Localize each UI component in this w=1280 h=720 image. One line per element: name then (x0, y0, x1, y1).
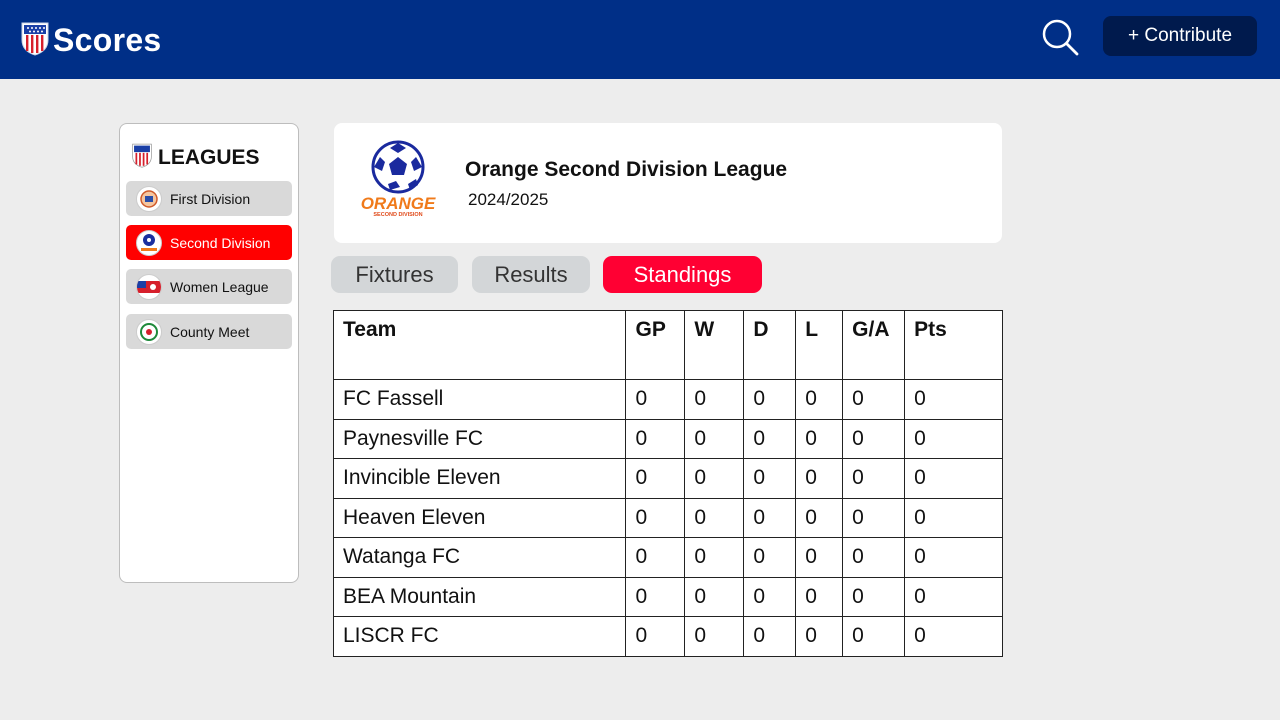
league-logo-subtext: SECOND DIVISION (373, 212, 422, 218)
sidebar-item-label: Women League (170, 278, 269, 295)
column-header-team: Team (332, 310, 627, 380)
team-name-cell: Heaven Eleven (332, 497, 627, 538)
losses-cell: 0 (795, 616, 844, 657)
brand[interactable]: Scores (20, 20, 162, 61)
points-cell: 0 (904, 418, 1003, 459)
games-played-cell: 0 (625, 497, 686, 538)
column-header-ga: G/A (842, 310, 906, 380)
app-title: Scores (53, 22, 162, 58)
league-name: Orange Second Division League (465, 158, 788, 181)
tab-standings[interactable]: Standings (603, 256, 762, 293)
table-row[interactable]: FC Fassell 0 0 0 0 0 0 (332, 379, 1003, 420)
table-row[interactable]: Heaven Eleven 0 0 0 0 0 0 (332, 497, 1003, 538)
league-logo-wordmark: ORANGE (361, 194, 436, 213)
goal-average-cell: 0 (842, 616, 906, 657)
league-info-card: ORANGE SECOND DIVISION Orange Second Div… (334, 123, 1002, 243)
games-played-cell: 0 (625, 616, 686, 657)
county-meet-logo-icon (136, 318, 162, 345)
losses-cell: 0 (795, 576, 844, 617)
sidebar-item-label: First Division (170, 190, 251, 207)
games-played-cell: 0 (625, 458, 686, 499)
draws-cell: 0 (743, 379, 797, 420)
wins-cell: 0 (684, 497, 745, 538)
wins-cell: 0 (684, 616, 745, 657)
women-league-logo-icon (136, 273, 162, 300)
contribute-button[interactable]: + Contribute (1103, 16, 1257, 56)
draws-cell: 0 (743, 497, 797, 538)
table-row[interactable]: BEA Mountain 0 0 0 0 0 0 (332, 576, 1003, 617)
shield-flag-icon (131, 142, 153, 173)
column-header-w: W (684, 310, 745, 380)
losses-cell: 0 (795, 497, 844, 538)
league-season: 2024/2025 (468, 190, 549, 209)
column-header-l: L (795, 310, 844, 380)
wins-cell: 0 (684, 537, 745, 578)
shield-flag-icon (20, 20, 50, 61)
points-cell: 0 (904, 458, 1003, 499)
league-logo: ORANGE SECOND DIVISION (356, 139, 440, 219)
table-row[interactable]: Watanga FC 0 0 0 0 0 0 (332, 537, 1003, 578)
standings-table: Team GP W D L G/A Pts FC Fassell 0 0 0 0 0 0 Pa… (332, 310, 1003, 657)
search-button[interactable] (1040, 17, 1080, 57)
sidebar-item-second-division[interactable]: Second Division (126, 225, 292, 260)
tab-results[interactable]: Results (472, 256, 590, 293)
column-header-gp: GP (625, 310, 686, 380)
goal-average-cell: 0 (842, 379, 906, 420)
table-header-row: Team GP W D L G/A Pts (332, 310, 1003, 380)
sidebar-item-label: Second Division (170, 234, 271, 251)
losses-cell: 0 (795, 379, 844, 420)
sidebar-item-first-division[interactable]: First Division (126, 181, 292, 216)
wins-cell: 0 (684, 458, 745, 499)
goal-average-cell: 0 (842, 576, 906, 617)
sidebar-header: LEAGUES (131, 142, 260, 173)
team-name-cell: FC Fassell (332, 379, 627, 420)
table-row[interactable]: LISCR FC 0 0 0 0 0 0 (332, 616, 1003, 657)
table-row[interactable]: Invincible Eleven 0 0 0 0 0 0 (332, 458, 1003, 499)
wins-cell: 0 (684, 418, 745, 459)
search-icon (1040, 19, 1080, 61)
goal-average-cell: 0 (842, 418, 906, 459)
second-division-logo-icon (136, 229, 162, 256)
team-name-cell: Paynesville FC (332, 418, 627, 459)
team-name-cell: Invincible Eleven (332, 458, 627, 499)
wins-cell: 0 (684, 576, 745, 617)
points-cell: 0 (904, 379, 1003, 420)
goal-average-cell: 0 (842, 537, 906, 578)
first-division-logo-icon (136, 185, 162, 212)
team-name-cell: BEA Mountain (332, 576, 627, 617)
top-bar: Scores + Contribute (0, 0, 1280, 79)
draws-cell: 0 (743, 418, 797, 459)
draws-cell: 0 (743, 537, 797, 578)
games-played-cell: 0 (625, 418, 686, 459)
points-cell: 0 (904, 497, 1003, 538)
leagues-sidebar: LEAGUES First Division Second Division W… (119, 123, 299, 583)
games-played-cell: 0 (625, 576, 686, 617)
draws-cell: 0 (743, 616, 797, 657)
goal-average-cell: 0 (842, 497, 906, 538)
tab-fixtures[interactable]: Fixtures (331, 256, 458, 293)
points-cell: 0 (904, 537, 1003, 578)
games-played-cell: 0 (625, 379, 686, 420)
draws-cell: 0 (743, 576, 797, 617)
sidebar-title: LEAGUES (158, 145, 260, 169)
losses-cell: 0 (795, 418, 844, 459)
team-name-cell: Watanga FC (332, 537, 627, 578)
losses-cell: 0 (795, 458, 844, 499)
losses-cell: 0 (795, 537, 844, 578)
column-header-pts: Pts (904, 310, 1003, 380)
table-row[interactable]: Paynesville FC 0 0 0 0 0 0 (332, 418, 1003, 459)
goal-average-cell: 0 (842, 458, 906, 499)
draws-cell: 0 (743, 458, 797, 499)
sidebar-item-women-league[interactable]: Women League (126, 269, 292, 304)
games-played-cell: 0 (625, 537, 686, 578)
points-cell: 0 (904, 616, 1003, 657)
sidebar-item-label: County Meet (170, 323, 250, 340)
sidebar-item-county-meet[interactable]: County Meet (126, 314, 292, 349)
team-name-cell: LISCR FC (332, 616, 627, 657)
column-header-d: D (743, 310, 797, 380)
wins-cell: 0 (684, 379, 745, 420)
points-cell: 0 (904, 576, 1003, 617)
